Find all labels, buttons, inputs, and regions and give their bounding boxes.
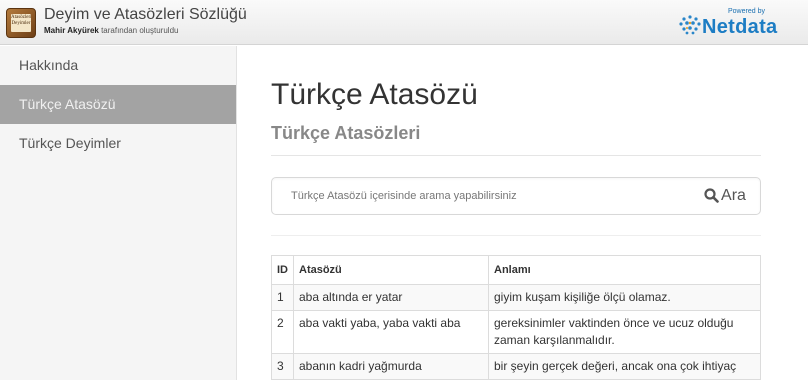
sidebar: Hakkında Türkçe Atasözü Türkçe Deyimler bbox=[0, 46, 237, 380]
column-header-anlami[interactable]: Anlamı bbox=[488, 255, 761, 285]
row-id: 3 bbox=[271, 353, 294, 380]
search-form: Ara bbox=[271, 177, 761, 215]
search-icon bbox=[704, 188, 719, 204]
table-row[interactable]: 3 abanın kadri yağmurda bir şeyin gerçek… bbox=[271, 353, 761, 380]
row-anlami: gereksinimler vaktinden önce ve ucuz old… bbox=[488, 310, 761, 354]
row-atasozu: aba altında er yatar bbox=[293, 284, 489, 311]
top-navbar: Atasözleri Deyimler Deyim ve Atasözleri … bbox=[0, 0, 808, 45]
author-name: Mahir Akyürek bbox=[44, 26, 99, 35]
divider bbox=[271, 235, 761, 236]
table-row[interactable]: 1 aba altında er yatar giyim kuşam kişil… bbox=[271, 284, 761, 311]
sidebar-item-hakkinda[interactable]: Hakkında bbox=[0, 46, 236, 85]
row-anlami: giyim kuşam kişiliğe ölçü olamaz. bbox=[488, 284, 761, 311]
table-header-row: ID Atasözü Anlamı bbox=[271, 255, 761, 285]
page-title: Türkçe Atasözü bbox=[271, 78, 478, 111]
app-byline: Mahir Akyürek tarafından oluşturuldu bbox=[44, 26, 178, 35]
row-anlami: bir şeyin gerçek değeri, ancak ona çok i… bbox=[488, 353, 761, 380]
sidebar-item-turkce-deyimler[interactable]: Türkçe Deyimler bbox=[0, 124, 236, 163]
netdata-sponsor-logo[interactable]: Powered by Netdata bbox=[678, 8, 798, 38]
page-subtitle: Türkçe Atasözleri bbox=[271, 123, 421, 143]
netdata-brand: Netdata bbox=[702, 16, 778, 38]
proverbs-table-container: ID Atasözü Anlamı 1 aba altında er yatar… bbox=[271, 255, 761, 380]
divider bbox=[271, 155, 761, 156]
powered-by-label: Powered by bbox=[728, 8, 765, 15]
netdata-globe-icon bbox=[679, 15, 701, 35]
search-input[interactable] bbox=[273, 179, 691, 213]
app-title[interactable]: Deyim ve Atasözleri Sözlüğü bbox=[44, 6, 247, 24]
search-button[interactable]: Ara bbox=[692, 180, 758, 212]
search-button-label: Ara bbox=[721, 186, 746, 204]
row-atasozu: aba vakti yaba, yaba vakti aba bbox=[293, 310, 489, 354]
app-logo[interactable]: Atasözleri Deyimler bbox=[6, 8, 36, 38]
row-atasozu: abanın kadri yağmurda bbox=[293, 353, 489, 380]
column-header-id[interactable]: ID bbox=[271, 255, 294, 285]
sidebar-item-turkce-atasozu[interactable]: Türkçe Atasözü bbox=[0, 85, 236, 124]
row-id: 1 bbox=[271, 284, 294, 311]
proverbs-table: ID Atasözü Anlamı 1 aba altında er yatar… bbox=[271, 255, 761, 380]
created-by-text: tarafından oluşturuldu bbox=[101, 26, 179, 35]
table-row[interactable]: 2 aba vakti yaba, yaba vakti aba gereksi… bbox=[271, 310, 761, 354]
row-id: 2 bbox=[271, 310, 294, 354]
main-content: Türkçe Atasözü Türkçe Atasözleri Ara ID … bbox=[238, 46, 808, 380]
column-header-atasozu[interactable]: Atasözü bbox=[293, 255, 489, 285]
logo-text: Atasözleri Deyimler bbox=[11, 14, 31, 32]
